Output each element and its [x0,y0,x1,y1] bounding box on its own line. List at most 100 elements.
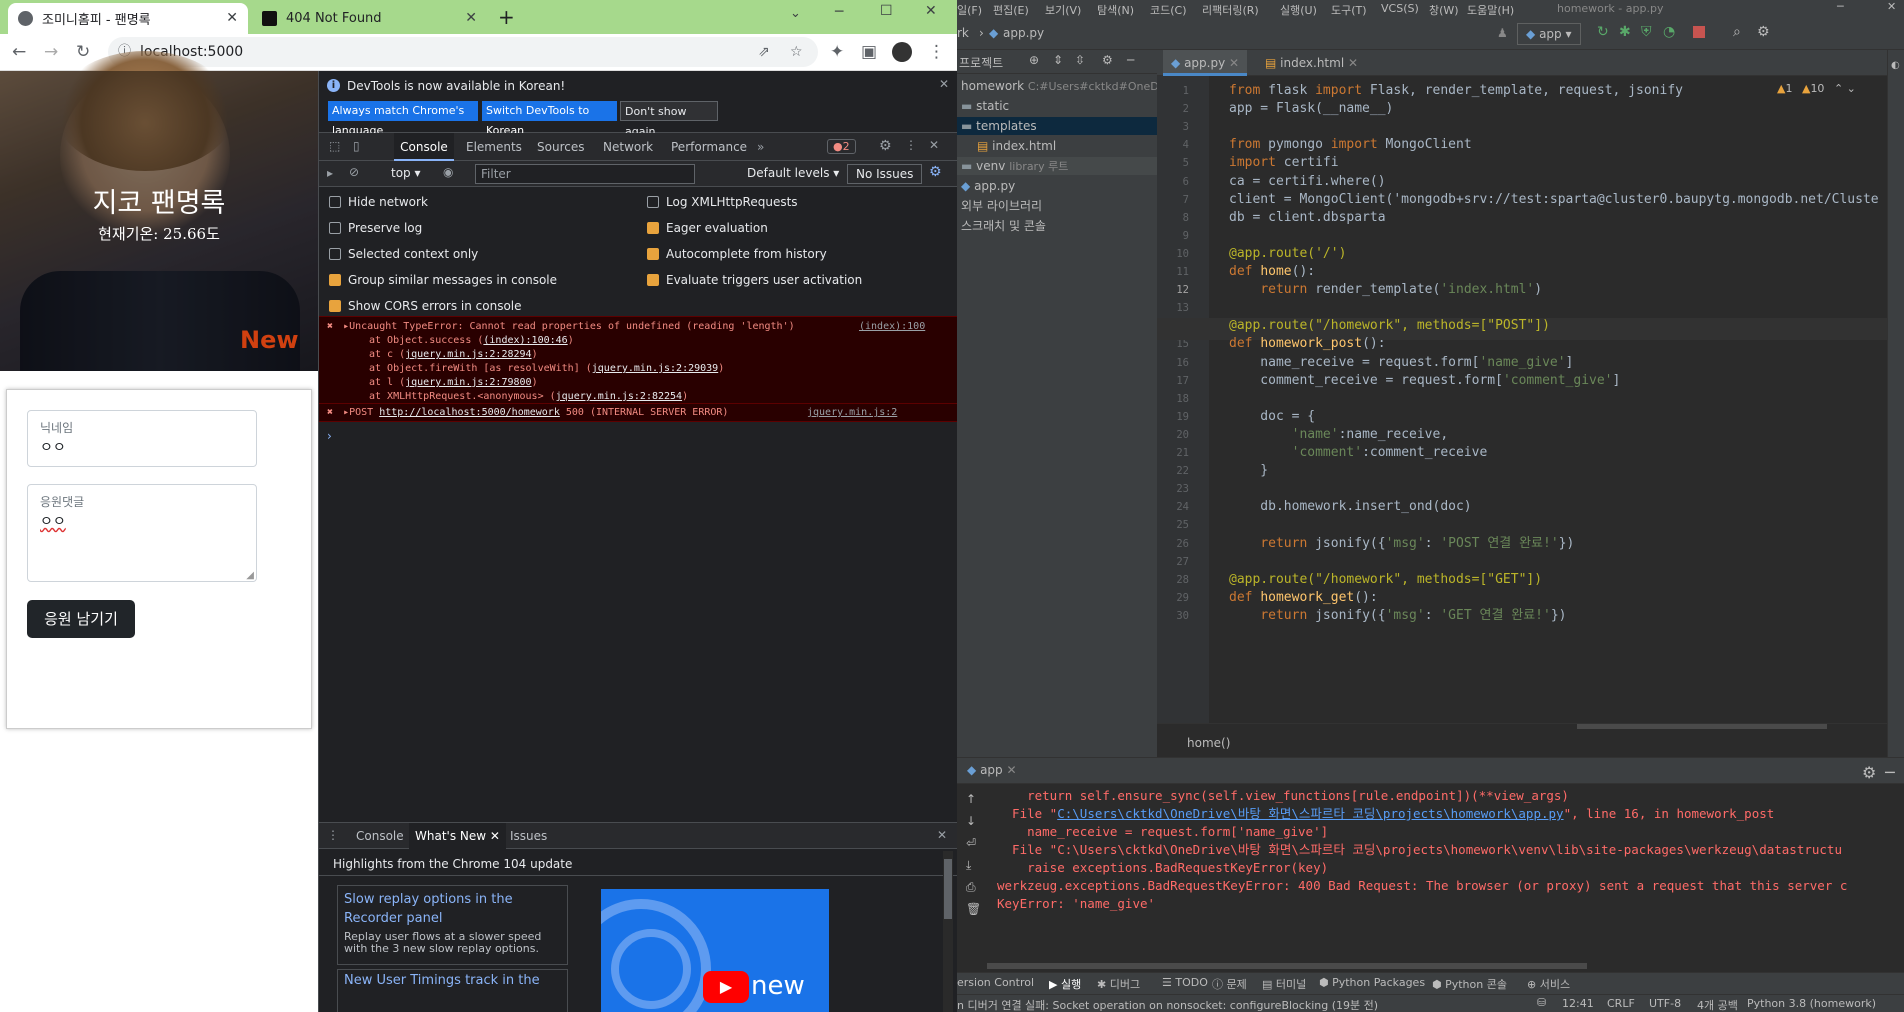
run-tab-app[interactable]: ◆ app ✕ [967,763,1017,777]
scroll-end-icon[interactable]: ⤓ [966,858,971,873]
menu-navigate[interactable]: 탐색(N) [1097,2,1134,18]
device-toolbar-icon[interactable]: ▯ [353,139,360,153]
locate-icon[interactable]: ⊕ [1029,53,1039,67]
menu-icon[interactable]: ⋮ [928,42,945,62]
inspect-icon[interactable]: ⬚ [329,139,340,153]
console-error-typeerror[interactable]: ✖ ▸Uncaught TypeError: Cannot read prope… [319,320,957,334]
minimize-icon[interactable]: ─ [1837,0,1844,13]
news-title[interactable]: New User Timings track in the [344,973,540,988]
menu-window[interactable]: 창(W) [1429,2,1459,18]
run-output[interactable]: return self.ensure_sync(self.view_functi… [987,784,1904,973]
horizontal-scrollbar[interactable] [1577,724,1827,729]
sidebar-toggle-icon[interactable]: ▸ [327,166,333,180]
minimize-icon[interactable]: ─ [835,4,843,20]
tree-item-scratches[interactable]: 스크래치 및 콘솔 [961,217,1046,235]
more-tabs-icon[interactable]: » [757,133,764,161]
caret-position[interactable]: 12:41 [1562,997,1594,1010]
drawer-tab-whats-new[interactable]: What's New ✕ [409,823,506,849]
setting-autocomplete[interactable]: Autocomplete from history [647,247,827,261]
menu-refactor[interactable]: 리팩터링(R) [1202,2,1259,18]
tab-sources[interactable]: Sources [537,133,584,161]
side-panel-icon[interactable]: ▣ [861,42,877,62]
dont-show-again-button[interactable]: Don't show again [620,101,718,138]
error-source-link[interactable]: jquery.min.js:2 [807,404,897,422]
checkbox-checked[interactable] [647,248,659,260]
checkbox-checked[interactable] [329,274,341,286]
tab-elements[interactable]: Elements [466,133,522,161]
profile-avatar[interactable] [892,42,912,62]
inspection-widget[interactable]: ▲1 ▲10 ⌃ ⌄ [1777,82,1856,95]
coverage-icon[interactable]: ⛨ [1641,24,1652,40]
console-error-post[interactable]: ✖ ▸POST http://localhost:5000/homework 5… [319,404,957,422]
request-url-link[interactable]: http://localhost:5000/homework [379,407,560,418]
bookmark-star-icon[interactable]: ☆ [790,37,803,67]
tree-item-index-html[interactable]: ▤ index.html [977,137,1056,155]
setting-log-xhr[interactable]: Log XMLHttpRequests [647,195,798,209]
menu-vcs[interactable]: VCS(S) [1381,2,1419,15]
breadcrumb-project[interactable]: rk [957,26,969,40]
kebab-menu-icon[interactable]: ⋮ [905,138,917,152]
hide-icon[interactable]: ─ [1127,53,1134,67]
reload-icon[interactable]: ↻ [76,42,90,62]
print-icon[interactable]: ⎙ [966,880,976,895]
log-levels-dropdown[interactable]: Default levels ▾ [747,166,839,180]
drawer-tab-console[interactable]: Console [356,829,404,843]
arrow-down-icon[interactable]: ↓ [966,814,976,828]
stack-frame-link[interactable]: jquery.min.js:2:79800 [405,377,531,388]
setting-cors-errors[interactable]: Show CORS errors in console [329,299,522,313]
indent-setting[interactable]: 4개 공백 [1697,997,1738,1012]
collapse-all-icon[interactable]: ⇳ [1075,53,1085,67]
console-prompt-icon[interactable]: › [327,429,332,443]
file-link[interactable]: C:\Users\cktkd\OneDrive\바탕 화면\스파르타 코딩\pr… [1057,806,1563,821]
video-thumbnail[interactable]: ▶ new [601,889,829,1012]
close-icon[interactable]: ✕ [1348,56,1358,70]
menu-code[interactable]: 코드(C) [1150,2,1187,18]
tree-item-templates[interactable]: ▬ templates [957,117,1157,135]
tool-window-button[interactable]: ☰ TODO [1162,976,1208,989]
setting-evaluate-triggers[interactable]: Evaluate triggers user activation [647,273,862,287]
checkbox[interactable] [329,222,341,234]
setting-selected-context[interactable]: Selected context only [329,247,478,261]
stack-frame-link[interactable]: jquery.min.js:2:29039 [592,363,718,374]
code-line[interactable]: return jsonify({'msg': 'GET 연결 완료!'}) [1229,605,1904,627]
new-tab-button[interactable]: + [498,5,515,29]
close-icon[interactable]: ✕ [1229,56,1239,70]
match-language-button[interactable]: Always match Chrome's language [328,101,478,137]
profile-icon[interactable]: ◔ [1663,24,1675,40]
tree-item-app-py[interactable]: ◆ app.py [961,177,1015,195]
close-drawer-icon[interactable]: ✕ [937,828,947,842]
close-icon[interactable]: ✕ [490,829,500,843]
checkbox[interactable] [329,196,341,208]
checkbox-checked[interactable] [647,274,659,286]
tab-console[interactable]: Console [394,133,454,161]
line-separator[interactable]: CRLF [1607,997,1635,1010]
tree-item-venv[interactable]: ▬ venv library 루트 [957,157,1157,175]
python-interpreter[interactable]: Python 3.8 (homework) [1747,997,1876,1010]
tab-404[interactable]: 404 Not Found ✕ [252,3,487,34]
tool-window-button[interactable]: ▶ 실행 [1049,976,1081,992]
debug-icon[interactable]: ✱ [1619,24,1631,40]
stop-icon[interactable] [1693,26,1705,38]
extensions-icon[interactable]: ✦ [830,42,844,62]
menu-tools[interactable]: 도구(T) [1331,2,1367,18]
project-title[interactable]: 프로젝트 [959,54,1003,71]
breadcrumb-file[interactable]: app.py [1003,26,1044,40]
resize-handle-icon[interactable]: ◢ [246,570,254,581]
editor-breadcrumb[interactable]: home() [1187,736,1230,750]
chevron-down-icon[interactable]: ⌄ [790,6,801,21]
checkbox-checked[interactable] [647,222,659,234]
settings-gear-icon[interactable]: ⚙ [1102,53,1113,67]
search-icon[interactable]: ⌕ [1733,24,1741,40]
tab-performance[interactable]: Performance [671,133,747,161]
tool-window-button[interactable]: ersion Control [957,976,1034,989]
close-icon[interactable]: ✕ [226,10,238,26]
error-source-link[interactable]: (index):100 [859,320,925,334]
back-icon[interactable]: ← [12,42,26,62]
settings-gear-icon[interactable]: ⚙ [1862,763,1876,782]
tool-window-button[interactable]: ▤ 터미널 [1262,976,1306,992]
close-icon[interactable]: ✕ [939,77,949,91]
error-counter[interactable]: ●2 [827,139,856,154]
drawer-menu-icon[interactable]: ⋮ [327,828,339,842]
scrollbar-thumb[interactable] [944,859,952,919]
tool-window-button[interactable]: ⊕ 서비스 [1527,976,1570,992]
